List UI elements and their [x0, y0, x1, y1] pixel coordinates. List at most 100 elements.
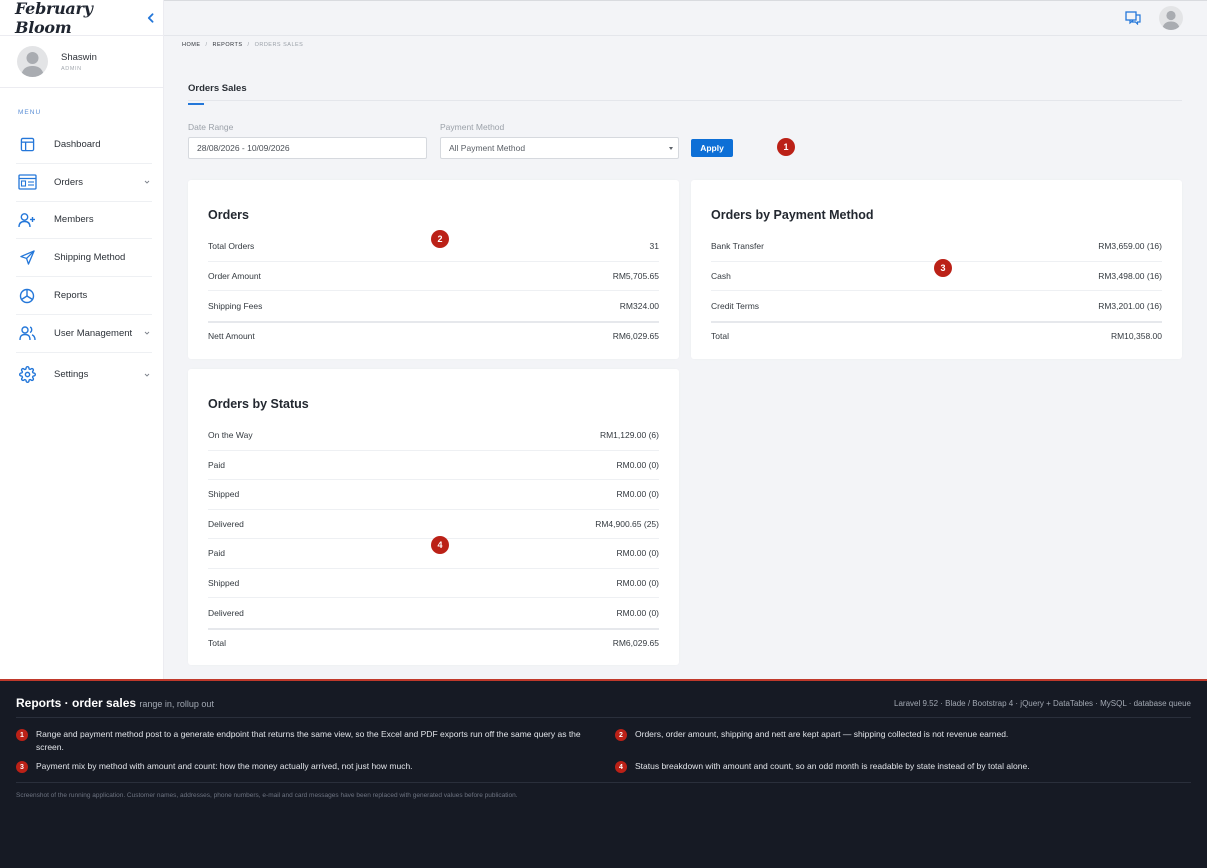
breadcrumb-home[interactable]: HOME [182, 42, 201, 48]
note-number: 1 [16, 729, 28, 741]
note-text: Payment mix by method with amount and co… [36, 761, 413, 771]
breadcrumb-current: ORDERS SALES [254, 42, 304, 48]
row-label: Order Amount [208, 270, 261, 281]
card-title: Orders by Status [208, 397, 309, 411]
row-label: Shipped [208, 489, 240, 500]
topbar [164, 0, 1207, 36]
row-label: Total [208, 637, 226, 648]
breadcrumb-reports[interactable]: REPORTS [213, 42, 243, 48]
row-value: RM0.00 (0) [616, 577, 659, 588]
payment-method-select[interactable]: All Payment Method [440, 137, 679, 159]
table-row: Shipped RM0.00 (0) [208, 480, 659, 510]
users-icon [16, 322, 38, 344]
callout-marker-4: 4 [431, 536, 449, 554]
total-row: Total RM10,358.00 [711, 320, 1162, 349]
date-range-label: Date Range [188, 122, 234, 132]
row-value: RM6,029.65 [612, 330, 659, 341]
card-title: Orders [208, 208, 249, 222]
row-value: 31 [649, 241, 659, 252]
pie-chart-icon [16, 285, 38, 307]
breadcrumb-separator: / [247, 42, 250, 48]
table-row: Delivered RM0.00 (0) [208, 598, 659, 628]
row-label: Total [711, 330, 729, 341]
row-value: RM4,900.65 (25) [595, 518, 659, 529]
footer-note-4: 4 Status breakdown with amount and count… [615, 760, 1191, 773]
footer-disclaimer: Screenshot of the running application. C… [16, 792, 518, 799]
footer-title: Reports · order sales range in, rollup o… [16, 696, 214, 710]
note-text: Orders, order amount, shipping and nett … [635, 729, 1009, 739]
row-value: RM3,201.00 (16) [1098, 300, 1162, 311]
callout-marker-1: 1 [777, 138, 795, 156]
sidebar-item-dashboard[interactable]: Dashboard [16, 126, 152, 164]
page-tabs: Orders Sales [188, 75, 1182, 105]
row-value: RM324.00 [619, 300, 659, 311]
row-value: RM5,705.65 [612, 270, 659, 281]
annotation-footer: Reports · order sales range in, rollup o… [0, 679, 1207, 868]
row-label: On the Way [208, 430, 253, 441]
table-row: Shipping Fees RM324.00 [208, 291, 659, 321]
payment-method-label: Payment Method [440, 122, 505, 132]
footer-note-3: 3 Payment mix by method with amount and … [16, 760, 598, 773]
brand-logo[interactable]: February Bloom [15, 0, 146, 37]
row-value: RM0.00 (0) [616, 548, 659, 559]
row-label: Delivered [208, 607, 244, 618]
row-value: RM0.00 (0) [616, 607, 659, 618]
layout-icon [16, 133, 38, 155]
sidebar-item-members[interactable]: Members [16, 202, 152, 240]
row-value: RM1,129.00 (6) [599, 430, 659, 441]
row-value: RM0.00 (0) [616, 489, 659, 500]
tab-orders-sales[interactable]: Orders Sales [188, 83, 247, 105]
chat-icon[interactable] [1125, 11, 1141, 25]
order-status-card: Orders by Status On the Way RM1,129.00 (6… [188, 369, 679, 665]
table-row: On the Way RM1,129.00 (6) [208, 421, 659, 451]
row-label: Bank Transfer [711, 241, 764, 252]
row-label: Credit Terms [711, 300, 760, 311]
callout-marker-3: 3 [934, 259, 952, 277]
sidebar-item-user-management[interactable]: User Management [16, 315, 152, 353]
total-row: Nett Amount RM6,029.65 [208, 320, 659, 349]
row-label: Shipping Fees [208, 300, 263, 311]
sidebar-item-orders[interactable]: Orders [16, 164, 152, 202]
table-row: Credit Terms RM3,201.00 (16) [711, 291, 1162, 321]
row-label: Total Orders [208, 241, 255, 252]
row-value: RM10,358.00 [1110, 330, 1162, 341]
avatar[interactable] [1159, 6, 1183, 30]
sidebar-item-label: Reports [54, 290, 88, 302]
user-name: Shaswin [61, 51, 97, 63]
sidebar-menu: Dashboard Orders Members Shipping Method [0, 126, 163, 397]
sidebar-item-settings[interactable]: Settings [16, 353, 152, 397]
total-row: Total RM6,029.65 [208, 627, 659, 656]
note-number: 4 [615, 761, 627, 773]
row-label: Delivered [208, 518, 244, 529]
chevron-left-icon[interactable] [146, 11, 155, 25]
menu-heading: MENU [18, 109, 42, 116]
user-profile[interactable]: Shaswin ADMIN [0, 36, 163, 88]
table-row: Order Amount RM5,705.65 [208, 262, 659, 291]
sidebar-item-label: Orders [54, 176, 84, 188]
note-number: 3 [16, 761, 28, 773]
card-title: Orders by Payment Method [711, 208, 874, 222]
sidebar-item-label: User Management [54, 327, 133, 339]
apply-button[interactable]: Apply [691, 139, 733, 157]
footer-subtitle: range in, rollup out [139, 699, 214, 709]
orders-card: Orders Total Orders 31 Order Amount RM5,70… [188, 180, 679, 359]
row-value: RM6,029.65 [612, 637, 659, 648]
brand-bar: February Bloom [0, 0, 163, 37]
date-range-input[interactable]: 28/08/2026 - 10/09/2026 [188, 137, 427, 159]
row-label: Cash [711, 270, 731, 281]
sidebar-item-reports[interactable]: Reports [16, 277, 152, 315]
table-row: Paid RM0.00 (0) [208, 451, 659, 480]
row-label: Nett Amount [208, 330, 255, 341]
footer-tech-stack: Laravel 9.52 · Blade / Bootstrap 4 · jQu… [894, 699, 1191, 708]
gear-icon [16, 364, 38, 386]
row-value: RM3,659.00 (16) [1098, 241, 1162, 252]
sidebar-item-shipping-method[interactable]: Shipping Method [16, 239, 152, 278]
note-text: Status breakdown with amount and count, … [635, 761, 1030, 771]
footer-note-2: 2 Orders, order amount, shipping and net… [615, 728, 1191, 741]
avatar-person-icon [1162, 10, 1180, 30]
note-text: Range and payment method post to a gener… [36, 729, 581, 752]
row-value: RM3,498.00 (16) [1098, 270, 1162, 281]
user-plus-icon [16, 209, 38, 231]
payment-method-value: All Payment Method [449, 143, 526, 153]
chevron-down-icon [144, 180, 150, 184]
